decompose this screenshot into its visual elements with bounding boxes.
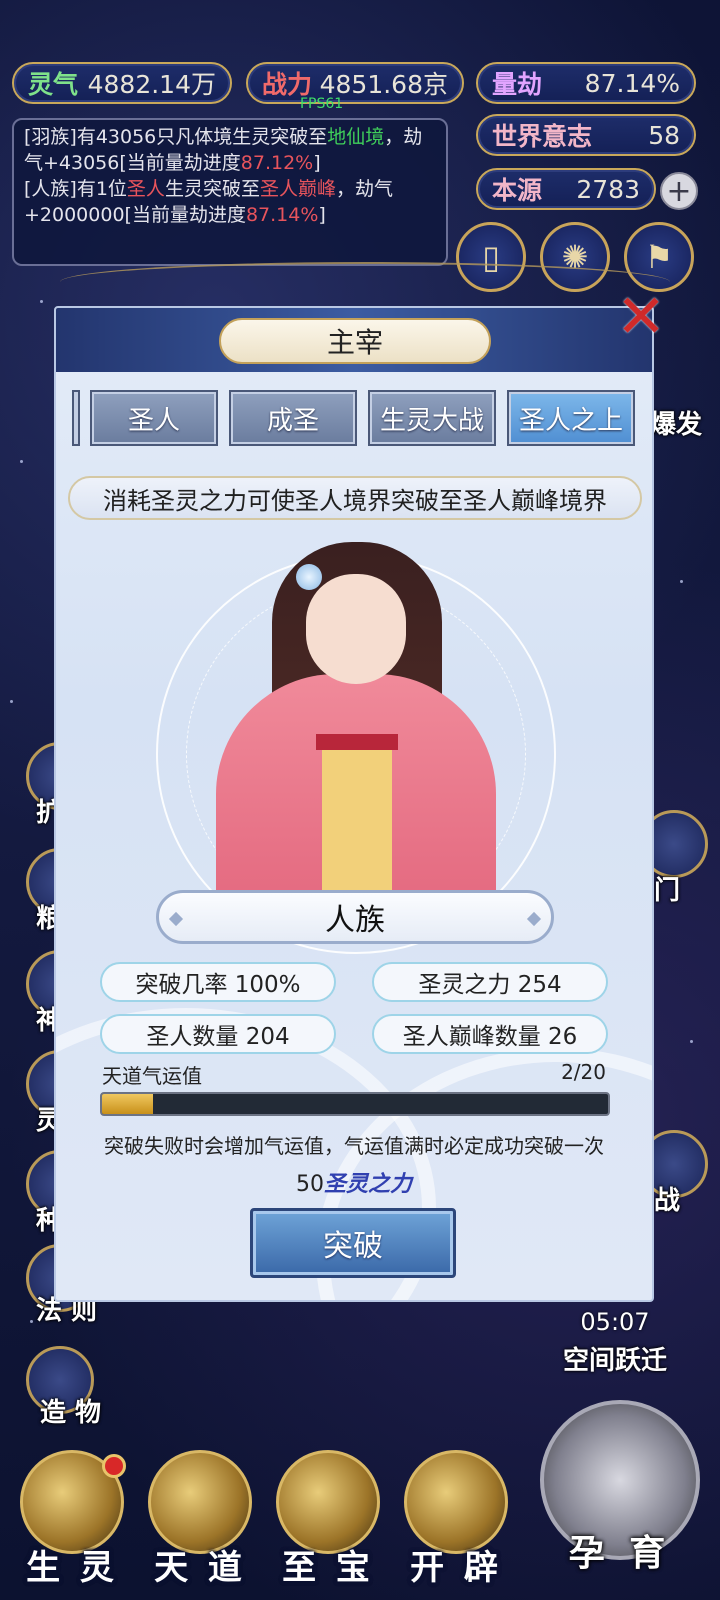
nav-shengling[interactable]: 生 灵 [12,1450,132,1590]
liangjie-label: 量劫 [492,70,543,99]
side-label-burst[interactable]: 爆发 [650,404,702,441]
close-icon[interactable]: ✕ [612,282,670,352]
log-text: 生灵突破至 [164,178,260,200]
lingqi-value: 4882.14万 [87,70,216,99]
breakthrough-cost: 50圣灵之力 [56,1166,652,1198]
benyuan-value: 2783 [576,174,640,204]
log-entry: [人族]有1位圣人生灵突破至圣人巅峰，劫气+2000000[当前量劫进度87.1… [24,176,436,228]
cost-amount: 50 [295,1172,324,1197]
diamond-icon [526,911,542,927]
saint-count: 圣人数量 204 [100,1014,336,1054]
luck-progress-fill [102,1094,153,1114]
side-label-war: 战 [654,1186,681,1216]
description: 消耗圣灵之力可使圣人境界突破至圣人巅峰境界 [68,476,642,520]
timer-value: 05:07 [580,1308,650,1336]
modal-frame-decoration [60,262,670,302]
breakthrough-rate: 突破几率 100% [100,962,336,1002]
nav-label: 开 辟 [410,1548,502,1588]
event-log: [羽族]有43056只凡体境生灵突破至地仙境，劫气+43056[当前量劫进度87… [12,118,448,266]
dialog-header: 主宰 [56,308,652,372]
tab-become-saint[interactable]: 成圣 [229,390,357,446]
lingqi-label: 灵气 [28,70,79,99]
breakthrough-button[interactable]: 突破 [250,1208,456,1278]
race-label: 人族 [325,903,385,938]
nav-yunyu[interactable]: 孕 育 [532,1400,708,1590]
luck-label: 天道气运值 [102,1064,202,1088]
liangjie-value: 87.14% [584,68,680,98]
zhanli-stat: 战力 4851.68京 [246,62,464,104]
side-label-create: 造 物 [40,1398,102,1428]
tab-creature-war[interactable]: 生灵大战 [368,390,496,446]
lingqi-stat: 灵气 4882.14万 [12,62,232,104]
character-face [306,574,406,684]
tiandao-icon [148,1450,252,1554]
notification-dot [102,1454,126,1478]
benyuan-label: 本源 [492,176,543,205]
tab-beyond-saint[interactable]: 圣人之上 [507,390,635,446]
peak-saint-count: 圣人巅峰数量 26 [372,1014,608,1054]
luck-progress-bar [100,1092,610,1116]
character-belt [316,734,398,750]
benyuan-stat: 本源 2783 [476,168,656,210]
tab-overflow-left[interactable] [72,390,80,446]
zhibao-icon [276,1450,380,1554]
log-entry: [羽族]有43056只凡体境生灵突破至地仙境，劫气+43056[当前量劫进度87… [24,124,436,176]
log-progress: 87.14% [245,204,319,226]
saint-spirit-power: 圣灵之力 254 [372,962,608,1002]
dialog-title: 主宰 [219,318,491,364]
nav-kaipi[interactable]: 开 辟 [396,1450,516,1590]
nav-tiandao[interactable]: 天 道 [140,1450,260,1590]
log-realm: 圣人巅峰 [259,178,336,200]
nav-zhibao[interactable]: 至 宝 [268,1450,388,1590]
log-realm: 圣人 [126,178,165,200]
nav-label: 生 灵 [26,1548,118,1588]
log-progress: 87.12% [240,152,314,174]
shijie-label: 世界意志 [492,122,593,151]
side-label-gate: 门 [654,876,681,906]
log-realm: 地仙境 [327,126,385,148]
luck-count: 2/20 [561,1060,606,1084]
nav-label: 孕 育 [568,1533,672,1574]
log-text: [人族]有1位 [24,178,127,200]
saint-portrait [156,534,556,954]
kaipi-icon [404,1450,508,1554]
log-text: [羽族]有43056只凡体境生灵突破至 [24,126,328,148]
log-text: ] [318,204,326,226]
space-jump-timer[interactable]: 05:07 空间跃迁 [555,1300,675,1384]
cost-item: 圣灵之力 [323,1172,412,1197]
character-skirt [322,744,392,904]
nav-label: 天 道 [154,1548,246,1588]
failure-hint: 突破失败时会增加气运值，气运值满时必定成功突破一次 [104,1134,604,1158]
tab-bar: 圣人 成圣 生灵大战 圣人之上 [72,390,652,448]
hair-flower-icon [296,564,322,590]
fps-counter: FPS61 [300,96,344,112]
timer-label: 空间跃迁 [562,1346,667,1376]
nav-label: 至 宝 [282,1548,374,1588]
race-name: 人族 [156,890,554,944]
log-text: ] [313,152,321,174]
tab-saint[interactable]: 圣人 [90,390,218,446]
liangjie-stat: 量劫 87.14% [476,62,696,104]
shijie-stat: 世界意志 58 [476,114,696,156]
shijie-value: 58 [648,120,680,150]
saint-breakthrough-dialog: 主宰 圣人 成圣 生灵大战 圣人之上 消耗圣灵之力可使圣人境界突破至圣人巅峰境界… [54,306,654,1302]
add-benyuan-button[interactable]: + [660,172,698,210]
diamond-icon [168,911,184,927]
